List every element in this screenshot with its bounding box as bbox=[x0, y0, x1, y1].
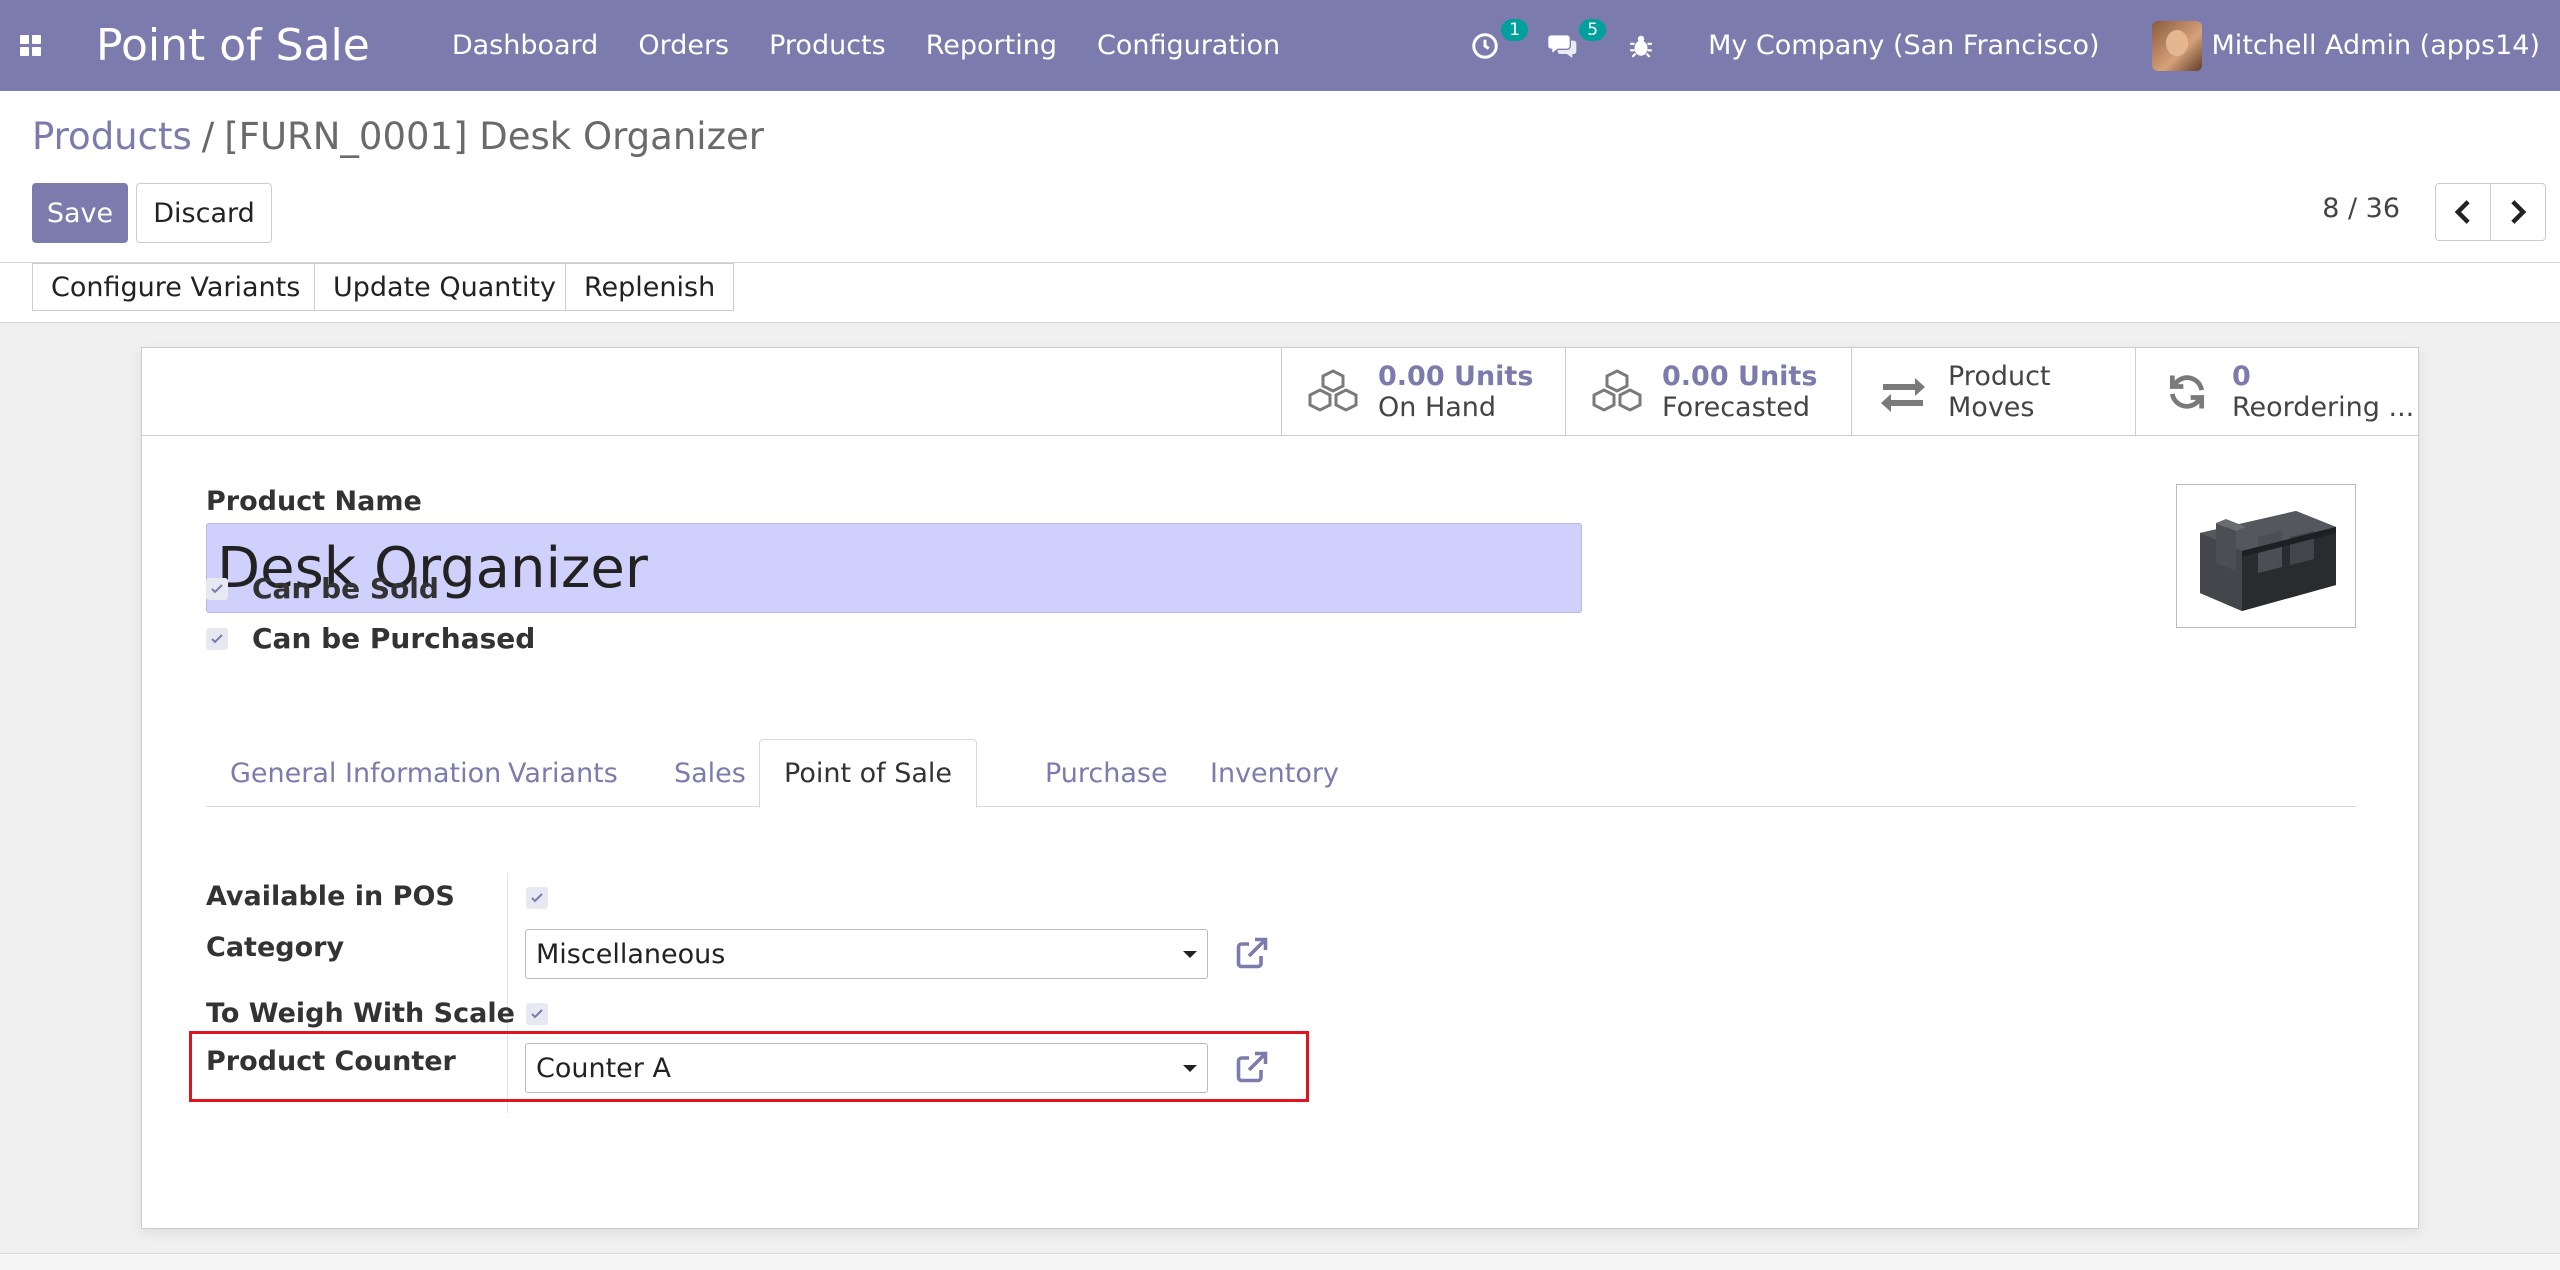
checkmark-icon bbox=[211, 633, 223, 643]
update-quantity-button[interactable]: Update Quantity bbox=[314, 263, 576, 311]
replenish-button[interactable]: Replenish bbox=[565, 263, 735, 311]
save-button[interactable]: Save bbox=[32, 183, 128, 243]
messages-chat-icon[interactable]: 5 bbox=[1546, 18, 1607, 63]
can-be-sold-checkbox[interactable] bbox=[206, 577, 228, 600]
can-be-purchased-label: Can be Purchased bbox=[252, 622, 536, 655]
menu-products[interactable]: Products bbox=[769, 30, 886, 61]
product-moves-line1: Product bbox=[1948, 361, 2051, 392]
on-hand-value: 0.00 Units bbox=[1378, 361, 1534, 392]
product-image[interactable] bbox=[2176, 484, 2356, 628]
checkmark-icon bbox=[531, 893, 543, 903]
notebook-tabs: General Information Variants Sales Point… bbox=[206, 739, 2356, 808]
bottom-strip bbox=[0, 1253, 2560, 1270]
category-value: Miscellaneous bbox=[536, 938, 726, 970]
apps-menu-icon[interactable] bbox=[0, 0, 60, 91]
menu-reporting[interactable]: Reporting bbox=[926, 30, 1057, 61]
can-be-sold-label: Can be Sold bbox=[252, 572, 439, 605]
debug-bug-icon[interactable] bbox=[1624, 29, 1658, 63]
pager-next-button[interactable] bbox=[2490, 183, 2546, 241]
breadcrumb-products-link[interactable]: Products bbox=[32, 115, 192, 158]
cubes-icon bbox=[1306, 365, 1360, 419]
to-weigh-with-scale-checkbox[interactable] bbox=[526, 1003, 548, 1025]
action-button-bar: Configure Variants Update Quantity Reple… bbox=[0, 263, 2560, 323]
discard-button[interactable]: Discard bbox=[136, 183, 272, 243]
tab-variants[interactable]: Variants bbox=[484, 739, 642, 807]
pager-previous-button[interactable] bbox=[2435, 183, 2491, 241]
menu-orders[interactable]: Orders bbox=[638, 30, 729, 61]
can-be-sold-row: Can be Sold bbox=[206, 572, 439, 605]
tab-general-information[interactable]: General Information bbox=[206, 739, 525, 807]
breadcrumb-current: [FURN_0001] Desk Organizer bbox=[224, 115, 764, 158]
menu-dashboard[interactable]: Dashboard bbox=[452, 30, 598, 61]
product-moves-line2: Moves bbox=[1948, 392, 2035, 423]
reordering-smart-button[interactable]: 0 Reordering ... bbox=[2135, 348, 2418, 436]
category-select[interactable]: Miscellaneous bbox=[525, 929, 1208, 979]
breadcrumb: Products / [FURN_0001] Desk Organizer bbox=[32, 115, 764, 158]
product-moves-smart-button[interactable]: Product Moves bbox=[1851, 348, 2135, 436]
configure-variants-button[interactable]: Configure Variants bbox=[32, 263, 320, 311]
to-weigh-with-scale-label: To Weigh With Scale bbox=[206, 998, 515, 1029]
checkmark-icon bbox=[211, 583, 223, 593]
can-be-purchased-checkbox[interactable] bbox=[206, 627, 228, 650]
cubes-icon bbox=[1590, 365, 1644, 419]
user-menu[interactable]: Mitchell Admin (apps14) bbox=[2212, 30, 2540, 61]
tab-point-of-sale[interactable]: Point of Sale bbox=[759, 739, 978, 808]
user-avatar[interactable] bbox=[2151, 20, 2202, 71]
activity-clock-icon[interactable]: 1 bbox=[1468, 18, 1529, 63]
reordering-value: 0 bbox=[2232, 361, 2251, 392]
tab-inventory[interactable]: Inventory bbox=[1186, 739, 1363, 807]
product-name-label: Product Name bbox=[206, 486, 422, 517]
menu-configuration[interactable]: Configuration bbox=[1097, 30, 1280, 61]
app-title[interactable]: Point of Sale bbox=[96, 20, 370, 71]
exchange-icon bbox=[1876, 365, 1930, 419]
available-in-pos-checkbox[interactable] bbox=[526, 887, 548, 909]
chevron-right-icon bbox=[2511, 200, 2527, 224]
caret-down-icon bbox=[1183, 951, 1197, 958]
refresh-icon bbox=[2160, 365, 2214, 419]
message-count-badge: 5 bbox=[1579, 18, 1607, 41]
navbar-systray: 1 5 My Company (San Francisco) Mitchell … bbox=[1424, 0, 2540, 91]
available-in-pos-label: Available in POS bbox=[206, 881, 455, 912]
checkmark-icon bbox=[531, 1009, 543, 1019]
on-hand-smart-button[interactable]: 0.00 Units On Hand bbox=[1281, 348, 1565, 436]
breadcrumb-separator: / bbox=[201, 115, 215, 158]
category-label: Category bbox=[206, 932, 345, 963]
forecasted-label: Forecasted bbox=[1662, 392, 1810, 423]
control-panel: Products / [FURN_0001] Desk Organizer Save… bbox=[0, 91, 2560, 263]
smart-button-box: 0.00 Units On Hand 0.00 Units Forecasted… bbox=[142, 348, 2418, 436]
form-sheet: 0.00 Units On Hand 0.00 Units Forecasted… bbox=[141, 347, 2419, 1229]
activity-count-badge: 1 bbox=[1501, 18, 1529, 41]
tab-purchase[interactable]: Purchase bbox=[1021, 739, 1192, 807]
pager-value[interactable]: 8 / 36 bbox=[2322, 193, 2400, 224]
reordering-label: Reordering ... bbox=[2232, 392, 2415, 423]
product-counter-highlight-box bbox=[189, 1031, 1309, 1102]
top-navbar: Point of Sale Dashboard Orders Products … bbox=[0, 0, 2560, 91]
category-external-link-icon[interactable] bbox=[1230, 933, 1274, 973]
tab-sales[interactable]: Sales bbox=[650, 739, 770, 807]
on-hand-label: On Hand bbox=[1378, 392, 1497, 423]
forecasted-value: 0.00 Units bbox=[1662, 361, 1818, 392]
company-switcher[interactable]: My Company (San Francisco) bbox=[1708, 30, 2099, 61]
main-menu: Dashboard Orders Products Reporting Conf… bbox=[452, 30, 1320, 61]
can-be-purchased-row: Can be Purchased bbox=[206, 622, 535, 655]
chevron-left-icon bbox=[2454, 200, 2470, 224]
forecasted-smart-button[interactable]: 0.00 Units Forecasted bbox=[1565, 348, 1851, 436]
